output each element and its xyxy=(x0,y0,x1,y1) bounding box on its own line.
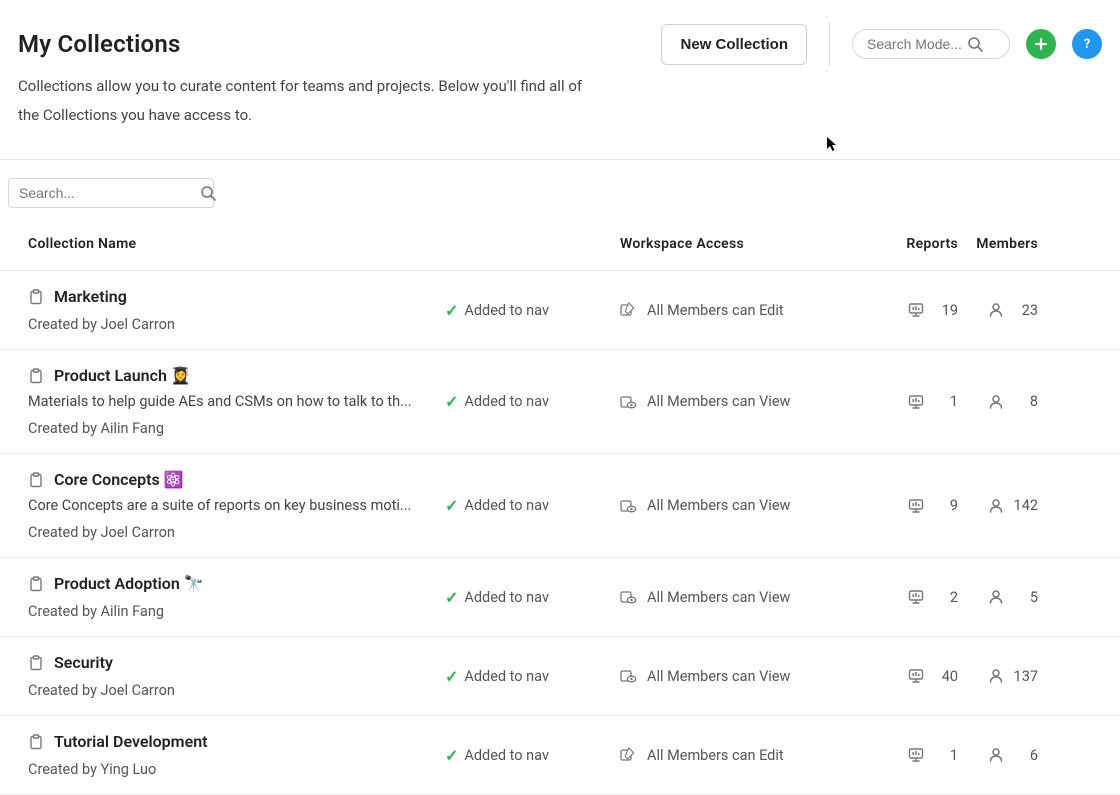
help-button[interactable] xyxy=(1072,29,1102,59)
plus-icon xyxy=(1033,36,1049,52)
new-collection-button[interactable]: New Collection xyxy=(661,24,807,65)
table-row[interactable]: Core Concepts ⚛️ Core Concepts are a suit… xyxy=(0,454,1120,558)
reports-icon xyxy=(908,747,924,763)
members-count: 142 xyxy=(1014,497,1038,514)
reports-icon xyxy=(908,668,924,684)
clipboard-icon xyxy=(28,472,44,488)
table-search-field[interactable] xyxy=(8,178,214,208)
clipboard-icon xyxy=(28,734,44,750)
page-title: My Collections xyxy=(18,30,598,58)
collection-title: Security xyxy=(54,653,113,672)
collection-title: Marketing xyxy=(54,287,127,306)
check-icon: ✓ xyxy=(445,667,458,686)
workspace-access-label: All Members can View xyxy=(647,393,790,410)
check-icon: ✓ xyxy=(445,496,458,515)
check-icon: ✓ xyxy=(445,392,458,411)
filter-bar xyxy=(0,160,1120,216)
collection-description: Materials to help guide AEs and CSMs on … xyxy=(28,393,438,410)
workspace-access-label: All Members can View xyxy=(647,668,790,685)
page-description: Collections allow you to curate content … xyxy=(18,72,598,129)
table-row[interactable]: Product Adoption 🔭 Created by Ailin Fang✓… xyxy=(0,558,1120,637)
search-icon xyxy=(200,185,216,201)
page-header: My Collections Collections allow you to … xyxy=(0,0,1120,160)
workspace-access-label: All Members can View xyxy=(647,589,790,606)
collections-table: Collection Name Workspace Access Reports… xyxy=(0,216,1120,795)
collection-description: Core Concepts are a suite of reports on … xyxy=(28,497,438,514)
clipboard-icon xyxy=(28,655,44,671)
collection-title: Product Launch 👩‍🎓 xyxy=(54,366,191,385)
add-button[interactable] xyxy=(1026,29,1056,59)
added-to-nav-label: Added to nav xyxy=(464,497,549,514)
collection-title: Tutorial Development xyxy=(54,732,208,751)
members-count: 6 xyxy=(1014,747,1038,764)
added-to-nav-label: Added to nav xyxy=(464,302,549,319)
search-icon xyxy=(967,36,983,52)
members-count: 23 xyxy=(1014,302,1038,319)
workspace-access-label: All Members can Edit xyxy=(647,302,784,319)
table-row[interactable]: Product Launch 👩‍🎓 Materials to help guid… xyxy=(0,350,1120,454)
col-header-access[interactable]: Workspace Access xyxy=(620,236,870,252)
col-header-reports[interactable]: Reports xyxy=(870,236,970,252)
added-to-nav-label: Added to nav xyxy=(464,668,549,685)
edit-access-icon xyxy=(620,747,637,763)
workspace-access-label: All Members can Edit xyxy=(647,747,784,764)
search-mode-input[interactable] xyxy=(867,36,967,52)
members-icon xyxy=(988,302,1004,318)
collection-creator: Created by Ailin Fang xyxy=(28,420,445,437)
collection-creator: Created by Ying Luo xyxy=(28,761,445,778)
collection-title: Product Adoption 🔭 xyxy=(54,574,204,593)
view-access-icon xyxy=(620,668,637,684)
table-row[interactable]: Marketing Created by Joel Carron✓ Added to… xyxy=(0,271,1120,350)
mouse-cursor-icon xyxy=(826,136,838,152)
reports-count: 40 xyxy=(934,668,958,685)
col-header-name[interactable]: Collection Name xyxy=(0,236,445,252)
members-icon xyxy=(988,668,1004,684)
check-icon: ✓ xyxy=(445,588,458,607)
help-icon xyxy=(1079,36,1095,52)
check-icon: ✓ xyxy=(445,746,458,765)
added-to-nav-label: Added to nav xyxy=(464,747,549,764)
reports-count: 1 xyxy=(934,747,958,764)
table-row[interactable]: Security Created by Joel Carron✓ Added to … xyxy=(0,637,1120,716)
clipboard-icon xyxy=(28,368,44,384)
added-to-nav-label: Added to nav xyxy=(464,393,549,410)
table-row[interactable]: Tutorial Development Created by Ying Luo✓… xyxy=(0,716,1120,795)
members-icon xyxy=(988,498,1004,514)
workspace-access-label: All Members can View xyxy=(647,497,790,514)
view-access-icon xyxy=(620,394,637,410)
collection-creator: Created by Joel Carron xyxy=(28,316,445,333)
members-count: 137 xyxy=(1014,668,1038,685)
members-icon xyxy=(988,747,1004,763)
reports-count: 19 xyxy=(934,302,958,319)
reports-icon xyxy=(908,498,924,514)
collection-creator: Created by Ailin Fang xyxy=(28,603,445,620)
reports-count: 9 xyxy=(934,497,958,514)
reports-count: 1 xyxy=(934,393,958,410)
col-header-members[interactable]: Members xyxy=(970,236,1090,252)
check-icon: ✓ xyxy=(445,301,458,320)
clipboard-icon xyxy=(28,289,44,305)
members-icon xyxy=(988,589,1004,605)
collection-creator: Created by Joel Carron xyxy=(28,524,445,541)
search-mode-field[interactable] xyxy=(852,29,1010,59)
reports-icon xyxy=(908,302,924,318)
collection-title: Core Concepts ⚛️ xyxy=(54,470,184,489)
added-to-nav-label: Added to nav xyxy=(464,589,549,606)
view-access-icon xyxy=(620,589,637,605)
reports-icon xyxy=(908,394,924,410)
view-access-icon xyxy=(620,498,637,514)
reports-icon xyxy=(908,589,924,605)
reports-count: 2 xyxy=(934,589,958,606)
table-search-input[interactable] xyxy=(19,185,200,201)
members-count: 5 xyxy=(1014,589,1038,606)
col-header-nav xyxy=(445,236,620,252)
members-icon xyxy=(988,394,1004,410)
edit-access-icon xyxy=(620,302,637,318)
table-header: Collection Name Workspace Access Reports… xyxy=(0,216,1120,271)
members-count: 8 xyxy=(1014,393,1038,410)
clipboard-icon xyxy=(28,576,44,592)
divider xyxy=(829,22,830,66)
collection-creator: Created by Joel Carron xyxy=(28,682,445,699)
